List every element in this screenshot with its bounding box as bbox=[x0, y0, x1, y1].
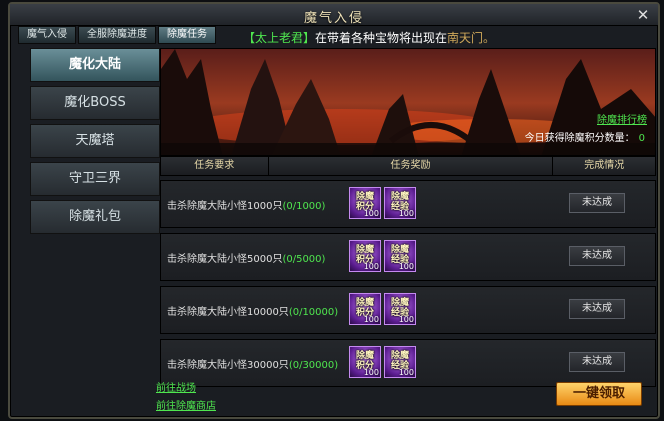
reward-line1: 除魔 bbox=[355, 298, 374, 308]
quest-requirement: 击杀除魔大陆小怪1000只(0/1000) bbox=[167, 197, 325, 212]
quest-progress: (0/30000) bbox=[288, 360, 339, 371]
reward-list: 除魔 积分 100 除魔 经验 100 bbox=[349, 187, 416, 219]
table-row: 击杀除魔大陆小怪10000只(0/10000) 除魔 积分 100 除魔 经验 100 … bbox=[160, 286, 656, 334]
reward-exp-icon[interactable]: 除魔 经验 100 bbox=[384, 240, 416, 272]
table-row: 击杀除魔大陆小怪5000只(0/5000) 除魔 积分 100 除魔 经验 100 未达… bbox=[160, 233, 656, 281]
reward-exp-icon[interactable]: 除魔 经验 100 bbox=[384, 346, 416, 378]
nav-item-demon-continent[interactable]: 魔化大陆 bbox=[30, 48, 160, 82]
reward-qty: 100 bbox=[363, 262, 379, 271]
score-readout: 今日获得除魔积分数量： 0 bbox=[525, 129, 645, 144]
header-requirement: 任务要求 bbox=[161, 157, 269, 175]
quest-requirement: 击杀除魔大陆小怪30000只(0/30000) bbox=[167, 356, 338, 371]
reward-list: 除魔 积分 100 除魔 经验 100 bbox=[349, 346, 416, 378]
tab-quests[interactable]: 除魔任务 bbox=[158, 26, 216, 44]
quest-progress: (0/5000) bbox=[282, 254, 326, 265]
reward-line1: 除魔 bbox=[390, 245, 409, 255]
title-bar: 魔气入侵 ✕ bbox=[10, 4, 658, 26]
reward-qty: 100 bbox=[398, 315, 414, 324]
reward-line1: 除魔 bbox=[390, 192, 409, 202]
reward-points-icon[interactable]: 除魔 积分 100 bbox=[349, 346, 381, 378]
rank-link[interactable]: 除魔排行榜 bbox=[597, 111, 647, 126]
ticker-name: 【太上老君】 bbox=[243, 31, 316, 45]
reward-line1: 除魔 bbox=[355, 351, 374, 361]
banner-image: 除魔排行榜 今日获得除魔积分数量： 0 bbox=[160, 48, 656, 156]
status-button[interactable]: 未达成 bbox=[569, 193, 625, 213]
table-row: 击杀除魔大陆小怪1000只(0/1000) 除魔 积分 100 除魔 经验 100 未达… bbox=[160, 180, 656, 228]
status-button[interactable]: 未达成 bbox=[569, 299, 625, 319]
claim-all-button[interactable]: 一键领取 bbox=[556, 382, 642, 406]
footer-links: 前往战场 前往除魔商店 bbox=[156, 379, 216, 415]
nav-item-demon-boss[interactable]: 魔化BOSS bbox=[30, 86, 160, 120]
reward-list: 除魔 积分 100 除魔 经验 100 bbox=[349, 240, 416, 272]
reward-exp-icon[interactable]: 除魔 经验 100 bbox=[384, 293, 416, 325]
main-panel: 魔气入侵 ✕ 魔气入侵 全服除魔进度 除魔任务 【太上老君】在带着各种宝物将出现… bbox=[8, 2, 660, 419]
reward-line1: 除魔 bbox=[355, 192, 374, 202]
reward-line1: 除魔 bbox=[390, 351, 409, 361]
header-status: 完成情况 bbox=[584, 160, 625, 171]
reward-line1: 除魔 bbox=[390, 298, 409, 308]
quest-text: 击杀除魔大陆小怪5000只 bbox=[167, 254, 283, 265]
score-label: 今日获得除魔积分数量： bbox=[524, 133, 635, 144]
ticker-tail: 南天门。 bbox=[447, 31, 496, 45]
status-button[interactable]: 未达成 bbox=[569, 352, 625, 372]
tab-bar: 魔气入侵 全服除魔进度 除魔任务 bbox=[18, 26, 216, 46]
tab-mo-qi-ru-qin[interactable]: 魔气入侵 bbox=[18, 26, 76, 44]
window-title: 魔气入侵 bbox=[303, 11, 364, 26]
reward-points-icon[interactable]: 除魔 积分 100 bbox=[349, 187, 381, 219]
status-button[interactable]: 未达成 bbox=[569, 246, 625, 266]
reward-qty: 100 bbox=[363, 368, 379, 377]
quest-text: 击杀除魔大陆小怪1000只 bbox=[167, 201, 283, 212]
goto-shop-link[interactable]: 前往除魔商店 bbox=[156, 397, 216, 412]
quest-list: 击杀除魔大陆小怪1000只(0/1000) 除魔 积分 100 除魔 经验 100 未达… bbox=[160, 180, 656, 392]
header-reward: 任务奖励 bbox=[269, 157, 554, 175]
quest-requirement: 击杀除魔大陆小怪10000只(0/10000) bbox=[167, 303, 338, 318]
reward-qty: 100 bbox=[398, 368, 414, 377]
reward-qty: 100 bbox=[363, 315, 379, 324]
score-value: 0 bbox=[638, 133, 645, 144]
table-row: 击杀除魔大陆小怪30000只(0/30000) 除魔 积分 100 除魔 经验 100 … bbox=[160, 339, 656, 387]
nav-item-gift-pack[interactable]: 除魔礼包 bbox=[30, 200, 160, 234]
goto-battlefield-link[interactable]: 前往战场 bbox=[156, 379, 216, 394]
nav-item-guard-realms[interactable]: 守卫三界 bbox=[30, 162, 160, 196]
quest-text: 击杀除魔大陆小怪10000只 bbox=[167, 307, 289, 318]
tab-server-progress[interactable]: 全服除魔进度 bbox=[78, 26, 156, 44]
close-icon[interactable]: ✕ bbox=[634, 6, 652, 24]
nav-item-demon-tower[interactable]: 天魔塔 bbox=[30, 124, 160, 158]
reward-qty: 100 bbox=[398, 262, 414, 271]
reward-points-icon[interactable]: 除魔 积分 100 bbox=[349, 293, 381, 325]
table-header: 任务要求 任务奖励 完成情况 bbox=[160, 156, 656, 176]
reward-line1: 除魔 bbox=[355, 245, 374, 255]
ticker-text: 在带着各种宝物将出现在 bbox=[315, 31, 448, 45]
reward-list: 除魔 积分 100 除魔 经验 100 bbox=[349, 293, 416, 325]
quest-progress: (0/1000) bbox=[282, 201, 326, 212]
reward-points-icon[interactable]: 除魔 积分 100 bbox=[349, 240, 381, 272]
quest-text: 击杀除魔大陆小怪30000只 bbox=[167, 360, 289, 371]
reward-qty: 100 bbox=[363, 209, 379, 218]
announcement-ticker: 【太上老君】在带着各种宝物将出现在南天门。 bbox=[243, 29, 495, 46]
quest-progress: (0/10000) bbox=[288, 307, 339, 318]
reward-exp-icon[interactable]: 除魔 经验 100 bbox=[384, 187, 416, 219]
content-area: 除魔排行榜 今日获得除魔积分数量： 0 任务要求 任务奖励 完成情况 击杀除魔大陆… bbox=[160, 48, 656, 420]
quest-requirement: 击杀除魔大陆小怪5000只(0/5000) bbox=[167, 250, 325, 265]
side-nav: 魔化大陆 魔化BOSS 天魔塔 守卫三界 除魔礼包 bbox=[30, 48, 160, 238]
reward-qty: 100 bbox=[398, 209, 414, 218]
